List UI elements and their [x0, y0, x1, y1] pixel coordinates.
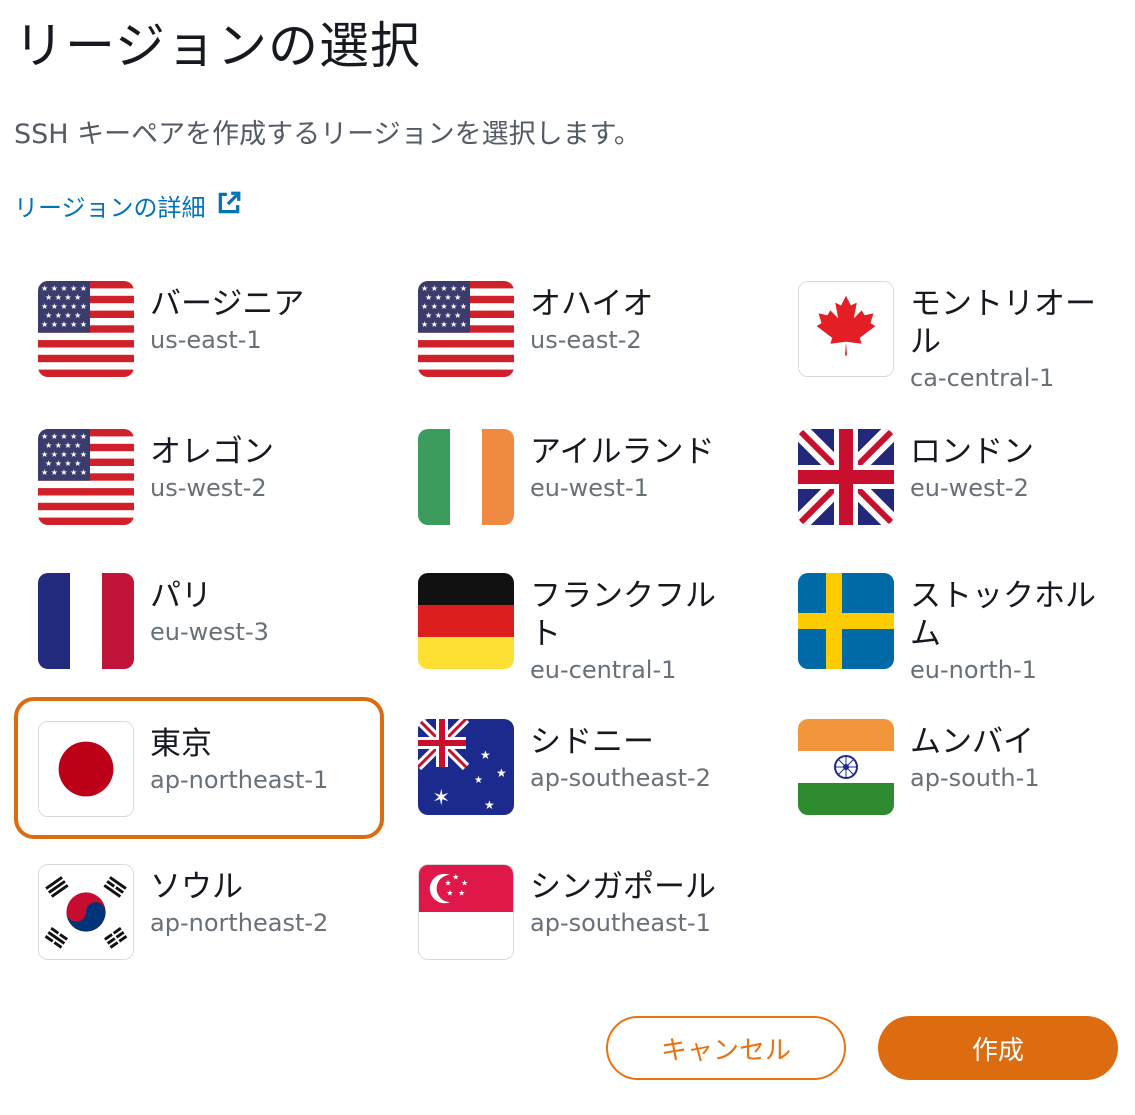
us-flag-icon: ★ ★ ★ ★ ★ ★ ★ ★ ★ ★ ★ ★ ★ ★ ★ ★ ★ ★ ★ ★ ★ ★ …	[418, 281, 514, 377]
region-option-eu-north-1[interactable]: ストックホルム eu-north-1	[774, 573, 1135, 693]
svg-text:★ ★ ★ ★ ★: ★ ★ ★ ★ ★	[41, 302, 87, 311]
region-option-ap-southeast-2[interactable]: ✶ ★ ★ ★ ★ シドニー ap-southeast-2	[394, 719, 764, 839]
region-name: ソウル	[150, 869, 243, 905]
region-code: eu-west-2	[910, 474, 1029, 502]
region-name: シンガポール	[530, 869, 716, 905]
cancel-button[interactable]: キャンセル	[606, 1016, 846, 1080]
australia-flag-icon: ✶ ★ ★ ★ ★	[418, 719, 514, 815]
region-option-us-west-2[interactable]: ★ ★ ★ ★ ★ ★ ★ ★ ★ ★ ★ ★ ★ ★ ★ ★ ★ ★ ★ ★ ★ ★ …	[14, 429, 384, 549]
svg-text:★ ★ ★ ★: ★ ★ ★ ★	[45, 459, 81, 468]
svg-text:★ ★ ★ ★ ★: ★ ★ ★ ★ ★	[421, 302, 467, 311]
region-code: us-east-2	[530, 326, 642, 354]
region-code: ap-south-1	[910, 764, 1040, 792]
svg-text:★ ★ ★ ★ ★: ★ ★ ★ ★ ★	[41, 450, 87, 459]
region-option-ap-northeast-1[interactable]: 東京 ap-northeast-1	[14, 697, 384, 839]
region-details-label: リージョンの詳細	[14, 194, 206, 222]
singapore-flag-icon: ★ ★ ★ ★ ★	[418, 864, 514, 960]
region-option-eu-west-1[interactable]: アイルランド eu-west-1	[394, 429, 764, 549]
external-link-icon	[216, 190, 242, 222]
svg-text:★: ★	[480, 748, 491, 762]
us-flag-icon: ★ ★ ★ ★ ★ ★ ★ ★ ★ ★ ★ ★ ★ ★ ★ ★ ★ ★ ★ ★ ★ ★ …	[38, 429, 134, 525]
svg-text:★: ★	[474, 775, 483, 786]
svg-text:★ ★ ★ ★: ★ ★ ★ ★	[425, 293, 461, 302]
svg-text:★ ★ ★ ★ ★: ★ ★ ★ ★ ★	[41, 320, 87, 329]
region-option-eu-central-1[interactable]: フランクフルト eu-central-1	[394, 573, 764, 693]
region-option-us-east-2[interactable]: ★ ★ ★ ★ ★ ★ ★ ★ ★ ★ ★ ★ ★ ★ ★ ★ ★ ★ ★ ★ ★ ★ …	[394, 281, 764, 401]
region-code: ca-central-1	[910, 364, 1055, 392]
svg-text:★ ★ ★ ★: ★ ★ ★ ★	[45, 293, 81, 302]
svg-text:★ ★ ★ ★ ★: ★ ★ ★ ★ ★	[421, 284, 467, 293]
france-flag-icon	[38, 573, 134, 669]
region-name: ロンドン	[910, 434, 1034, 470]
region-name: バージニア	[150, 286, 305, 322]
region-code: ap-northeast-2	[150, 909, 329, 937]
region-name: オレゴン	[150, 434, 274, 470]
page-subtitle: SSH キーペアを作成するリージョンを選択します。	[14, 119, 641, 150]
region-option-ap-southeast-1[interactable]: ★ ★ ★ ★ ★ シンガポール ap-southeast-1	[394, 864, 764, 984]
region-option-us-east-1[interactable]: ★ ★ ★ ★ ★ ★ ★ ★ ★ ★ ★ ★ ★ ★ ★ ★ ★ ★ ★ ★ ★ ★ …	[14, 281, 384, 401]
region-details-link[interactable]: リージョンの詳細	[14, 188, 242, 223]
region-name: モントリオール	[910, 286, 1096, 360]
canada-flag-icon	[798, 281, 894, 377]
svg-text:★ ★ ★ ★: ★ ★ ★ ★	[45, 311, 81, 320]
region-option-ca-central-1[interactable]: モントリオール ca-central-1	[774, 281, 1135, 401]
svg-text:★: ★	[444, 879, 451, 888]
region-name: フランクフルト	[530, 578, 716, 652]
germany-flag-icon	[418, 573, 514, 669]
svg-text:★: ★	[452, 873, 459, 882]
region-code: eu-north-1	[910, 656, 1037, 684]
svg-text:★ ★ ★ ★ ★: ★ ★ ★ ★ ★	[421, 320, 467, 329]
page-title: リージョンの選択	[14, 17, 421, 75]
region-name: 東京	[150, 726, 212, 762]
region-code: eu-west-1	[530, 474, 649, 502]
svg-text:★: ★	[446, 888, 453, 897]
region-code: us-east-1	[150, 326, 262, 354]
region-name: オハイオ	[530, 286, 654, 322]
svg-text:★ ★ ★ ★ ★: ★ ★ ★ ★ ★	[41, 468, 87, 477]
create-button[interactable]: 作成	[878, 1016, 1118, 1080]
region-option-ap-south-1[interactable]: ムンバイ ap-south-1	[774, 719, 1135, 839]
us-flag-icon: ★ ★ ★ ★ ★ ★ ★ ★ ★ ★ ★ ★ ★ ★ ★ ★ ★ ★ ★ ★ ★ ★ …	[38, 281, 134, 377]
region-code: ap-southeast-2	[530, 764, 711, 792]
region-code: eu-west-3	[150, 618, 269, 646]
region-option-eu-west-2[interactable]: ロンドン eu-west-2	[774, 429, 1135, 549]
japan-flag-icon	[38, 721, 134, 817]
region-code: ap-southeast-1	[530, 909, 711, 937]
region-name: シドニー	[530, 724, 654, 760]
india-flag-icon	[798, 719, 894, 815]
svg-text:★: ★	[461, 879, 468, 888]
svg-text:★: ★	[458, 888, 465, 897]
region-name: アイルランド	[530, 434, 715, 470]
svg-text:★ ★ ★ ★: ★ ★ ★ ★	[45, 441, 81, 450]
ireland-flag-icon	[418, 429, 514, 525]
svg-text:★ ★ ★ ★ ★: ★ ★ ★ ★ ★	[41, 432, 87, 441]
svg-text:★: ★	[496, 766, 507, 780]
region-name: ムンバイ	[910, 724, 1034, 760]
svg-text:✶: ✶	[432, 786, 450, 811]
region-code: eu-central-1	[530, 656, 677, 684]
region-code: ap-northeast-1	[150, 766, 329, 794]
sweden-flag-icon	[798, 573, 894, 669]
region-code: us-west-2	[150, 474, 267, 502]
region-name: ストックホルム	[910, 578, 1096, 652]
svg-text:★ ★ ★ ★: ★ ★ ★ ★	[425, 311, 461, 320]
svg-text:★: ★	[484, 798, 495, 812]
svg-text:★ ★ ★ ★ ★: ★ ★ ★ ★ ★	[41, 284, 87, 293]
uk-flag-icon	[798, 429, 894, 525]
region-option-ap-northeast-2[interactable]: ソウル ap-northeast-2	[14, 864, 384, 984]
korea-flag-icon	[38, 864, 134, 960]
region-option-eu-west-3[interactable]: パリ eu-west-3	[14, 573, 384, 693]
region-name: パリ	[150, 578, 212, 614]
